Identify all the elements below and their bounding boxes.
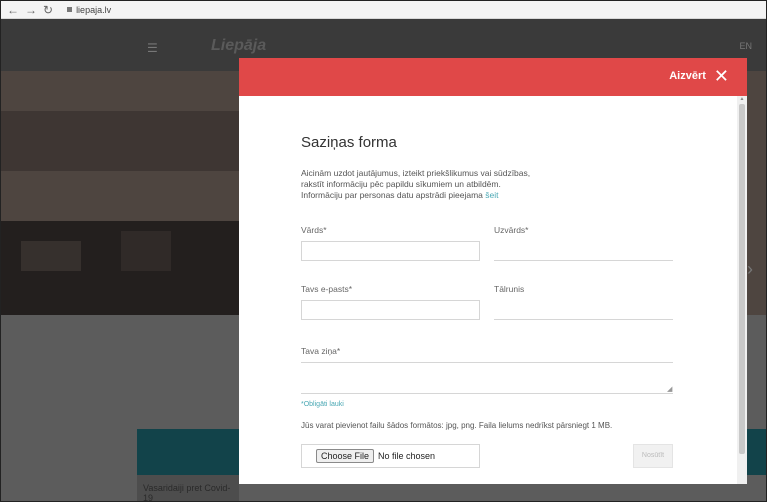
arrow-left-icon[interactable]: ← xyxy=(7,1,19,19)
first-name-group: Vārds* xyxy=(301,225,480,261)
first-name-field[interactable] xyxy=(301,241,480,261)
phone-label: Tālrunis xyxy=(494,284,525,294)
phone-field[interactable] xyxy=(494,300,673,320)
first-name-label: Vārds* xyxy=(301,225,327,235)
intro-text-3: Informāciju par personas datu apstrādi p… xyxy=(301,190,486,200)
email-label: Tavs e-pasts* xyxy=(301,284,353,294)
email-field[interactable] xyxy=(301,300,480,320)
last-name-group: Uzvārds* xyxy=(494,225,673,261)
scrollbar-thumb[interactable] xyxy=(739,104,745,454)
address-bar[interactable]: liepaja.lv xyxy=(67,5,111,15)
intro-text: Aicinām uzdot jautājumus, izteikt priekš… xyxy=(301,168,531,178)
required-note: *Obligāti lauki xyxy=(301,401,344,408)
name-row: Vārds* Uzvārds* xyxy=(301,225,673,261)
reload-icon[interactable]: ↻ xyxy=(43,1,53,19)
language-switch: EN xyxy=(739,41,752,51)
close-label: Aizvērt xyxy=(669,70,706,82)
form-intro: Aicinām uzdot jautājumus, izteikt priekš… xyxy=(301,168,681,201)
scroll-up-icon[interactable]: ▲ xyxy=(737,96,747,102)
message-label: Tava ziņa* xyxy=(301,346,341,356)
send-button[interactable]: Nosūtīt xyxy=(633,444,673,468)
browser-window: ← → ↻ liepaja.lv ☰ Liepāja EN › Vasarida… xyxy=(0,0,767,502)
choose-file-button[interactable]: Choose File xyxy=(316,449,375,463)
browser-toolbar: ← → ↻ liepaja.lv xyxy=(1,1,766,19)
phone-group: Tālrunis xyxy=(494,284,673,320)
site-logo: Liepāja xyxy=(211,37,267,54)
modal-header: Aizvērt ✕ xyxy=(239,58,747,96)
intro-text-2: rakstīt informāciju pēc papildu sīkumiem… xyxy=(301,179,501,189)
category-tile xyxy=(137,429,239,475)
last-name-field[interactable] xyxy=(494,241,673,261)
contact-row: Tavs e-pasts* Tālrunis xyxy=(301,284,673,320)
contact-form: Saziņas forma Aicinām uzdot jautājumus, … xyxy=(301,96,681,468)
file-input: Choose File No file chosen xyxy=(301,444,480,468)
email-group: Tavs e-pasts* xyxy=(301,284,480,320)
message-field[interactable] xyxy=(301,358,673,363)
lock-icon xyxy=(67,7,73,12)
no-file-label: No file chosen xyxy=(378,451,436,461)
arrow-right-icon[interactable]: → xyxy=(25,1,37,19)
privacy-link[interactable]: šeit xyxy=(485,190,498,200)
message-field-bottom[interactable] xyxy=(301,392,673,394)
news-card-title: Vasaridaiji pret Covid-19 xyxy=(143,483,231,502)
modal-scrollbar[interactable]: ▲ xyxy=(737,96,747,484)
category-tile xyxy=(747,429,766,475)
menu-icon: ☰ xyxy=(147,41,158,55)
close-icon: ✕ xyxy=(713,66,729,86)
attachment-note: Jūs varat pievienot failu šādos formātos… xyxy=(301,421,613,430)
news-card: Vasaridaiji pret Covid-19 xyxy=(137,475,239,501)
chevron-right-icon: › xyxy=(747,259,753,279)
last-name-label: Uzvārds* xyxy=(494,225,529,235)
close-button[interactable]: Aizvērt ✕ xyxy=(669,67,729,85)
contact-modal: Aizvērt ✕ ▲ Saziņas forma Aicinām uzdot … xyxy=(239,58,747,484)
resize-handle-icon[interactable]: ◢ xyxy=(667,385,672,393)
url-text: liepaja.lv xyxy=(76,4,112,15)
form-title: Saziņas forma xyxy=(301,134,397,151)
